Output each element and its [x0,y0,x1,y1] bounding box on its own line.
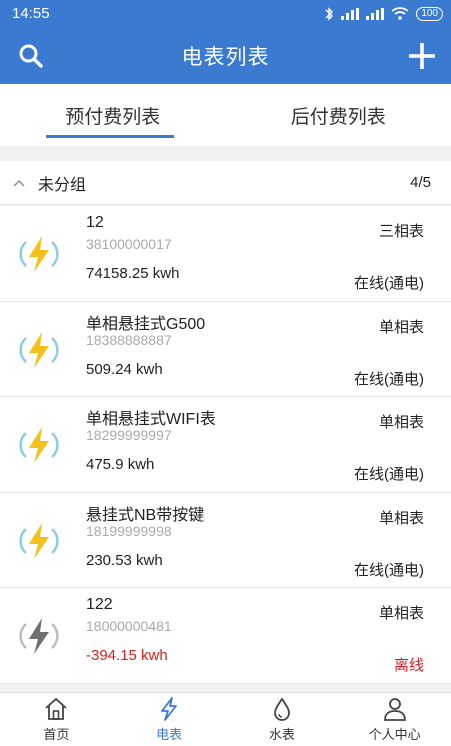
tab-label: 后付费列表 [290,106,386,128]
add-button[interactable] [405,39,439,73]
meter-online-icon [19,331,59,368]
nav-label: 个人中心 [368,727,421,742]
meter-serial: 38100000017 [86,236,172,252]
meter-name: 122 [86,596,113,613]
nav-water-meter[interactable]: 水表 [226,693,339,746]
chevron-up-icon [12,175,28,191]
meter-type: 单相表 [378,605,424,622]
nav-home[interactable]: 首页 [0,693,113,746]
tab-prepaid[interactable]: 预付费列表 [0,84,226,146]
signal-icon-2 [366,7,385,20]
list-item[interactable]: 单相悬挂式G500 18388888887 509.24 kwh 单相表 在线(… [0,301,451,397]
meter-status: 在线(通电) [354,561,424,579]
nav-label: 首页 [43,727,70,742]
meter-name: 12 [86,214,104,231]
meter-online-icon [19,427,59,463]
meter-serial: 18199999998 [86,522,172,539]
meter-serial: 18388888887 [86,331,172,348]
tab-label: 预付费列表 [65,106,161,128]
meter-list: 12 38100000017 74158.25 kwh 三相表 在线(通电) 单… [0,206,451,684]
search-icon [19,44,43,68]
group-count: 4/5 [410,174,431,191]
nav-label: 电表 [156,727,183,742]
meter-status: 离线 [393,657,424,674]
battery-indicator: 100 [416,6,443,21]
water-drop-icon [273,697,290,721]
wifi-icon [391,7,409,20]
tab-bar: 预付费列表 后付费列表 [0,84,451,146]
meter-type: 三相表 [378,223,424,240]
page-title: 电表列表 [181,45,270,69]
user-icon [383,698,406,721]
meter-offline-icon [19,618,59,654]
meter-reading: 509.24 kwh [86,360,163,378]
lightning-icon [161,697,178,721]
meter-name: 单相悬挂式WIFI表 [86,411,216,428]
list-item[interactable]: 12 38100000017 74158.25 kwh 三相表 在线(通电) [0,206,451,302]
meter-reading: 230.53 kwh [86,551,163,569]
home-icon [45,697,67,720]
meter-serial: 18299999997 [86,427,172,443]
meter-status: 在线(通电) [354,370,424,388]
list-item[interactable]: 单相悬挂式WIFI表 18299999997 475.9 kwh 单相表 在线(… [0,397,451,493]
meter-reading: 74158.25 kwh [86,265,180,282]
bluetooth-icon [325,6,334,21]
nav-electric-meter[interactable]: 电表 [113,693,226,746]
meter-type: 单相表 [378,509,424,527]
search-button[interactable] [14,39,48,73]
meter-online-icon [19,522,59,559]
bottom-nav: 首页 电表 水表 个人中心 [0,692,451,746]
list-item[interactable]: 122 18000000481 -394.15 kwh 单相表 离线 [0,588,451,684]
group-header[interactable]: 未分组 4/5 [0,161,451,205]
meter-reading: -394.15 kwh [86,647,168,664]
meter-serial: 18000000481 [86,618,172,634]
meter-name: 单相悬挂式G500 [86,315,206,333]
meter-online-icon [19,236,59,272]
meter-reading: 475.9 kwh [86,456,155,473]
plus-icon [409,43,435,69]
meter-type: 单相表 [378,414,424,431]
meter-name: 悬挂式NB带按键 [86,506,205,524]
tab-postpaid[interactable]: 后付费列表 [226,84,451,146]
group-name: 未分组 [38,176,87,194]
status-icons: 100 [324,6,443,21]
nav-profile[interactable]: 个人中心 [338,693,451,746]
app-bar: 电表列表 [0,27,451,84]
status-time: 14:55 [12,5,50,22]
meter-status: 在线(通电) [354,275,424,292]
list-item[interactable]: 悬挂式NB带按键 18199999998 230.53 kwh 单相表 在线(通… [0,492,451,588]
meter-type: 单相表 [378,318,424,336]
meter-status: 在线(通电) [354,466,424,483]
signal-icon [341,7,360,20]
nav-label: 水表 [268,727,295,742]
status-bar: 14:55 100 [0,0,451,27]
